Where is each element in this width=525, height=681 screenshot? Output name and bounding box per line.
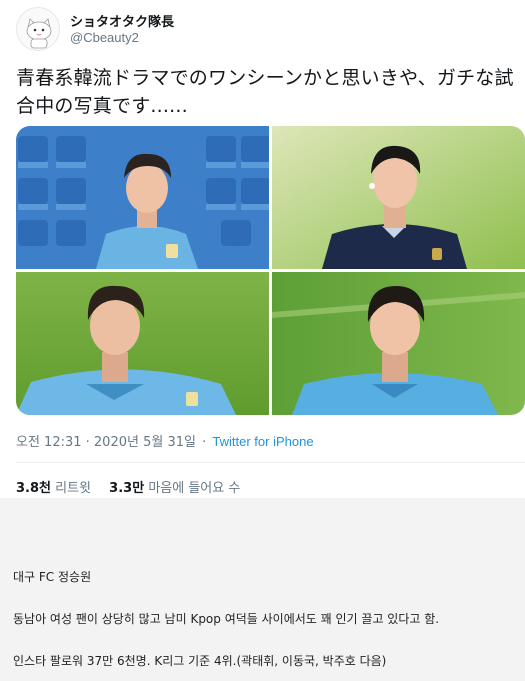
media-grid [16,126,525,415]
retweets-label: 리트윗 [55,481,92,496]
photo-player-on-pitch-left[interactable] [16,272,269,415]
retweets-stat[interactable]: 3.8천 리트윗 [16,481,91,496]
tweet-header: ショタオタク隊長 @Cbeauty2 [16,7,506,51]
cat-mascot-icon [17,8,59,50]
tweet-card: ショタオタク隊長 @Cbeauty2 青春系韓流ドラマでのワンシーンかと思いきや… [0,0,525,498]
post-body-line-3: 인스타 팔로워 37만 6천명. K리그 기준 4위.(곽태휘, 이동국, 박주… [13,654,387,668]
photo-player-in-navy-jacket[interactable] [272,126,525,269]
display-name[interactable]: ショタオタク隊長 [70,11,174,30]
tweet-timestamp[interactable]: 오전 12:31 · 2020년 5월 31일 [16,435,196,450]
likes-stat[interactable]: 3.3만 마음에 들어요 수 [109,481,240,496]
meta-separator: · [202,435,207,450]
post-body-line-2: 동남아 여성 팬이 상당히 많고 남미 Kpop 여덕들 사이에서도 꽤 인기 … [13,612,440,626]
user-handle[interactable]: @Cbeauty2 [70,30,139,45]
likes-label: 마음에 들어요 수 [148,481,241,496]
tweet-meta: 오전 12:31 · 2020년 5월 31일 · Twitter for iP… [16,431,314,450]
divider [16,462,525,463]
avatar[interactable] [16,7,60,51]
post-body-line-1: 대구 FC 정승원 [13,570,92,584]
tweet-stats: 3.8천 리트윗 3.3만 마음에 들어요 수 [16,477,254,496]
photo-player-on-pitch-right[interactable] [272,272,525,415]
source-link[interactable]: Twitter for iPhone [212,434,313,449]
retweets-count: 3.8천 [16,481,51,496]
photo-player-in-stadium-seats[interactable] [16,126,269,269]
tweet-text: 青春系韓流ドラマでのワンシーンかと思いきや、ガチな試合中の写真です...... [16,67,514,117]
likes-count: 3.3만 [109,481,145,496]
